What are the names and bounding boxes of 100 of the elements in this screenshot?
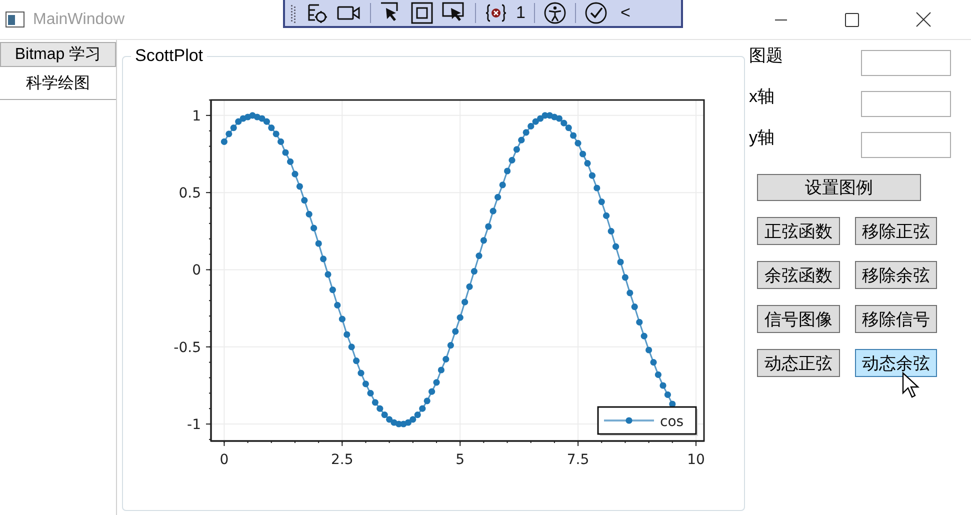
y-tick-label: -0.5 bbox=[174, 340, 201, 356]
action-button[interactable]: 移除信号 bbox=[855, 305, 937, 333]
close-icon bbox=[916, 12, 930, 27]
data-point bbox=[438, 366, 444, 374]
data-point bbox=[310, 224, 318, 232]
data-point bbox=[499, 182, 506, 188]
data-point bbox=[594, 184, 600, 192]
set-legend-button[interactable]: 设置图例 bbox=[757, 174, 921, 201]
data-point bbox=[344, 331, 350, 338]
grip-icon[interactable] bbox=[291, 3, 297, 23]
data-point bbox=[664, 391, 671, 398]
legend-label: cos bbox=[660, 414, 684, 430]
data-point bbox=[603, 212, 610, 219]
maximize-icon bbox=[845, 12, 859, 26]
group-title: ScottPlot bbox=[134, 47, 204, 65]
action-button[interactable]: 信号图像 bbox=[757, 305, 840, 333]
x-tick-label: 2.5 bbox=[331, 452, 354, 468]
data-point bbox=[433, 379, 440, 386]
x-tick-label: 5 bbox=[456, 452, 465, 468]
data-point bbox=[584, 160, 591, 167]
y-tick-label: 0 bbox=[192, 262, 201, 279]
action-button[interactable]: 动态正弦 bbox=[757, 349, 840, 377]
collapse-button[interactable]: < bbox=[616, 3, 634, 23]
data-point bbox=[301, 197, 308, 204]
data-point bbox=[669, 400, 676, 408]
field-label: 图题 bbox=[749, 45, 784, 67]
data-point bbox=[650, 359, 657, 366]
y-tick-label: -1 bbox=[187, 417, 201, 434]
data-point bbox=[617, 258, 624, 266]
legend-marker-icon bbox=[604, 417, 654, 424]
data-point bbox=[324, 271, 332, 278]
input-field[interactable] bbox=[861, 132, 951, 158]
data-point bbox=[622, 274, 628, 281]
data-point bbox=[580, 150, 586, 158]
data-point bbox=[598, 198, 605, 206]
data-point bbox=[442, 356, 450, 362]
x-tick-label: 0 bbox=[220, 452, 229, 468]
camera-icon[interactable] bbox=[337, 4, 361, 22]
y-tick-label: 0.5 bbox=[178, 186, 201, 202]
accessibility-icon[interactable] bbox=[544, 2, 566, 24]
input-field[interactable] bbox=[861, 91, 951, 117]
x-tick-label: 10 bbox=[687, 452, 705, 468]
data-point bbox=[462, 298, 468, 306]
data-point bbox=[608, 228, 614, 234]
minimize-icon bbox=[775, 18, 787, 20]
data-point bbox=[508, 156, 516, 164]
data-point bbox=[306, 210, 312, 218]
data-point bbox=[456, 314, 464, 321]
data-point bbox=[480, 237, 487, 244]
window-title: MainWindow bbox=[33, 10, 125, 28]
action-button[interactable]: 移除余弦 bbox=[855, 261, 937, 289]
data-point bbox=[296, 183, 303, 190]
data-point bbox=[447, 342, 454, 349]
cursor-frame-icon[interactable] bbox=[442, 2, 466, 24]
visual-tree-icon[interactable] bbox=[306, 2, 328, 24]
input-field[interactable] bbox=[861, 50, 951, 76]
data-point bbox=[476, 252, 482, 260]
action-button[interactable]: 动态余弦 bbox=[855, 349, 937, 377]
data-point bbox=[367, 390, 374, 396]
data-point bbox=[504, 168, 511, 174]
data-point bbox=[282, 149, 289, 156]
app-icon bbox=[5, 11, 25, 28]
data-point bbox=[660, 382, 666, 389]
cursor-icon bbox=[902, 372, 920, 398]
data-point bbox=[320, 256, 327, 262]
action-button[interactable]: 余弦函数 bbox=[757, 261, 840, 289]
data-point bbox=[588, 172, 596, 179]
square-frame-icon[interactable] bbox=[411, 2, 433, 24]
data-point bbox=[470, 268, 478, 275]
data-point bbox=[338, 316, 346, 322]
tab[interactable]: Bitmap 学习 bbox=[0, 42, 116, 67]
action-button[interactable]: 移除正弦 bbox=[855, 217, 937, 245]
data-point bbox=[362, 380, 369, 388]
action-button[interactable]: 正弦函数 bbox=[757, 217, 840, 245]
data-point bbox=[334, 302, 341, 308]
data-point bbox=[428, 388, 436, 395]
checkmark-icon[interactable] bbox=[585, 2, 608, 24]
binding-error-icon[interactable] bbox=[485, 3, 507, 23]
data-point bbox=[494, 194, 502, 200]
data-point bbox=[612, 243, 620, 250]
data-point bbox=[626, 290, 634, 296]
data-point bbox=[315, 240, 322, 247]
data-point bbox=[485, 223, 492, 230]
binding-error-count: 1 bbox=[516, 3, 526, 23]
data-point bbox=[636, 318, 643, 326]
data-point bbox=[513, 146, 520, 153]
data-point bbox=[358, 370, 364, 376]
data-point bbox=[646, 346, 652, 354]
data-point bbox=[329, 286, 336, 294]
field-label: x轴 bbox=[749, 86, 776, 108]
data-point bbox=[631, 304, 638, 310]
data-point bbox=[348, 344, 355, 350]
field-label: y轴 bbox=[749, 127, 776, 149]
data-point bbox=[292, 170, 298, 178]
y-tick-label: 1 bbox=[192, 108, 201, 124]
data-point bbox=[490, 208, 496, 214]
data-point bbox=[353, 358, 360, 364]
data-point bbox=[287, 158, 294, 165]
data-point bbox=[452, 328, 459, 335]
data-point bbox=[640, 332, 648, 340]
